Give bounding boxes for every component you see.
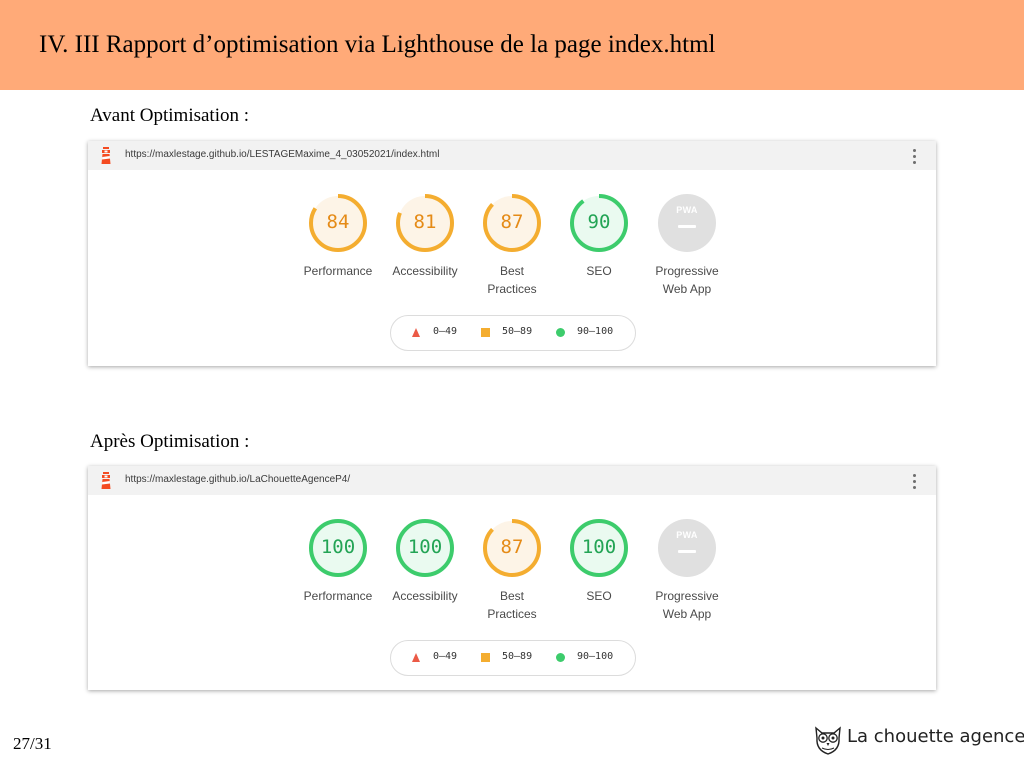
legend-range: 50–89: [502, 651, 533, 662]
lighthouse-logo-icon: [101, 147, 111, 164]
report-url[interactable]: https://maxlestage.github.io/LaChouetteA…: [125, 474, 350, 485]
pwa-dash-icon: [678, 225, 696, 228]
pwa-badge-text: PWA: [676, 205, 698, 215]
pwa-dash-icon: [678, 550, 696, 553]
circle-icon: [556, 653, 565, 662]
gauge-performance[interactable]: 100 Performance: [288, 518, 388, 628]
gauge-score: 100: [320, 536, 356, 558]
gauge-label: Progressive Web App: [655, 264, 719, 296]
gauge-score: 100: [407, 536, 443, 558]
report-topbar: https://maxlestage.github.io/LaChouetteA…: [88, 466, 936, 495]
more-menu-icon[interactable]: [908, 146, 920, 166]
triangle-icon: [412, 653, 420, 662]
page-number: 27/31: [13, 734, 52, 753]
pwa-badge-icon: [658, 519, 716, 577]
gauge-best-practices[interactable]: 87 Best Practices: [462, 193, 562, 303]
section-label-after: Après Optimisation :: [90, 431, 250, 452]
legend-range: 90–100: [577, 651, 614, 662]
gauge-score: 87: [500, 211, 524, 233]
lighthouse-report-after: https://maxlestage.github.io/LaChouetteA…: [88, 466, 936, 690]
gauge-score: 90: [587, 211, 611, 233]
gauge-performance[interactable]: 84 Performance: [288, 193, 388, 303]
slide-header: IV. III Rapport d’optimisation via Light…: [0, 0, 1024, 90]
circle-icon: [556, 328, 565, 337]
slide-title: IV. III Rapport d’optimisation via Light…: [39, 31, 716, 58]
lighthouse-logo-icon: [101, 472, 111, 489]
brand-name: La chouette agence: [847, 726, 1024, 747]
lighthouse-report-before: https://maxlestage.github.io/LESTAGEMaxi…: [88, 141, 936, 366]
gauge-score: 100: [581, 536, 617, 558]
legend-range: 0–49: [433, 651, 458, 662]
triangle-icon: [412, 328, 420, 337]
score-legend: 0–49 50–89 90–100: [390, 640, 636, 676]
report-url[interactable]: https://maxlestage.github.io/LESTAGEMaxi…: [125, 149, 439, 160]
gauge-pwa[interactable]: PWA Progressive Web App: [637, 518, 737, 628]
more-menu-icon[interactable]: [908, 471, 920, 491]
square-icon: [481, 328, 490, 337]
section-label-before: Avant Optimisation :: [90, 105, 250, 126]
gauge-score: 84: [326, 211, 350, 233]
legend-range: 50–89: [502, 326, 533, 337]
legend-range: 90–100: [577, 326, 614, 337]
brand-footer: La chouette agence: [813, 722, 1024, 758]
report-topbar: https://maxlestage.github.io/LESTAGEMaxi…: [88, 141, 936, 170]
pwa-badge-text: PWA: [676, 530, 698, 540]
legend-range: 0–49: [433, 326, 458, 337]
gauge-score: 81: [413, 211, 437, 233]
score-legend: 0–49 50–89 90–100: [390, 315, 636, 351]
owl-icon: [815, 726, 841, 755]
gauge-label: Progressive Web App: [655, 589, 719, 621]
gauge-pwa[interactable]: PWA Progressive Web App: [637, 193, 737, 303]
pwa-badge-icon: [658, 194, 716, 252]
gauge-score: 87: [500, 536, 524, 558]
square-icon: [481, 653, 490, 662]
gauge-best-practices[interactable]: 87 Best Practices: [462, 518, 562, 628]
